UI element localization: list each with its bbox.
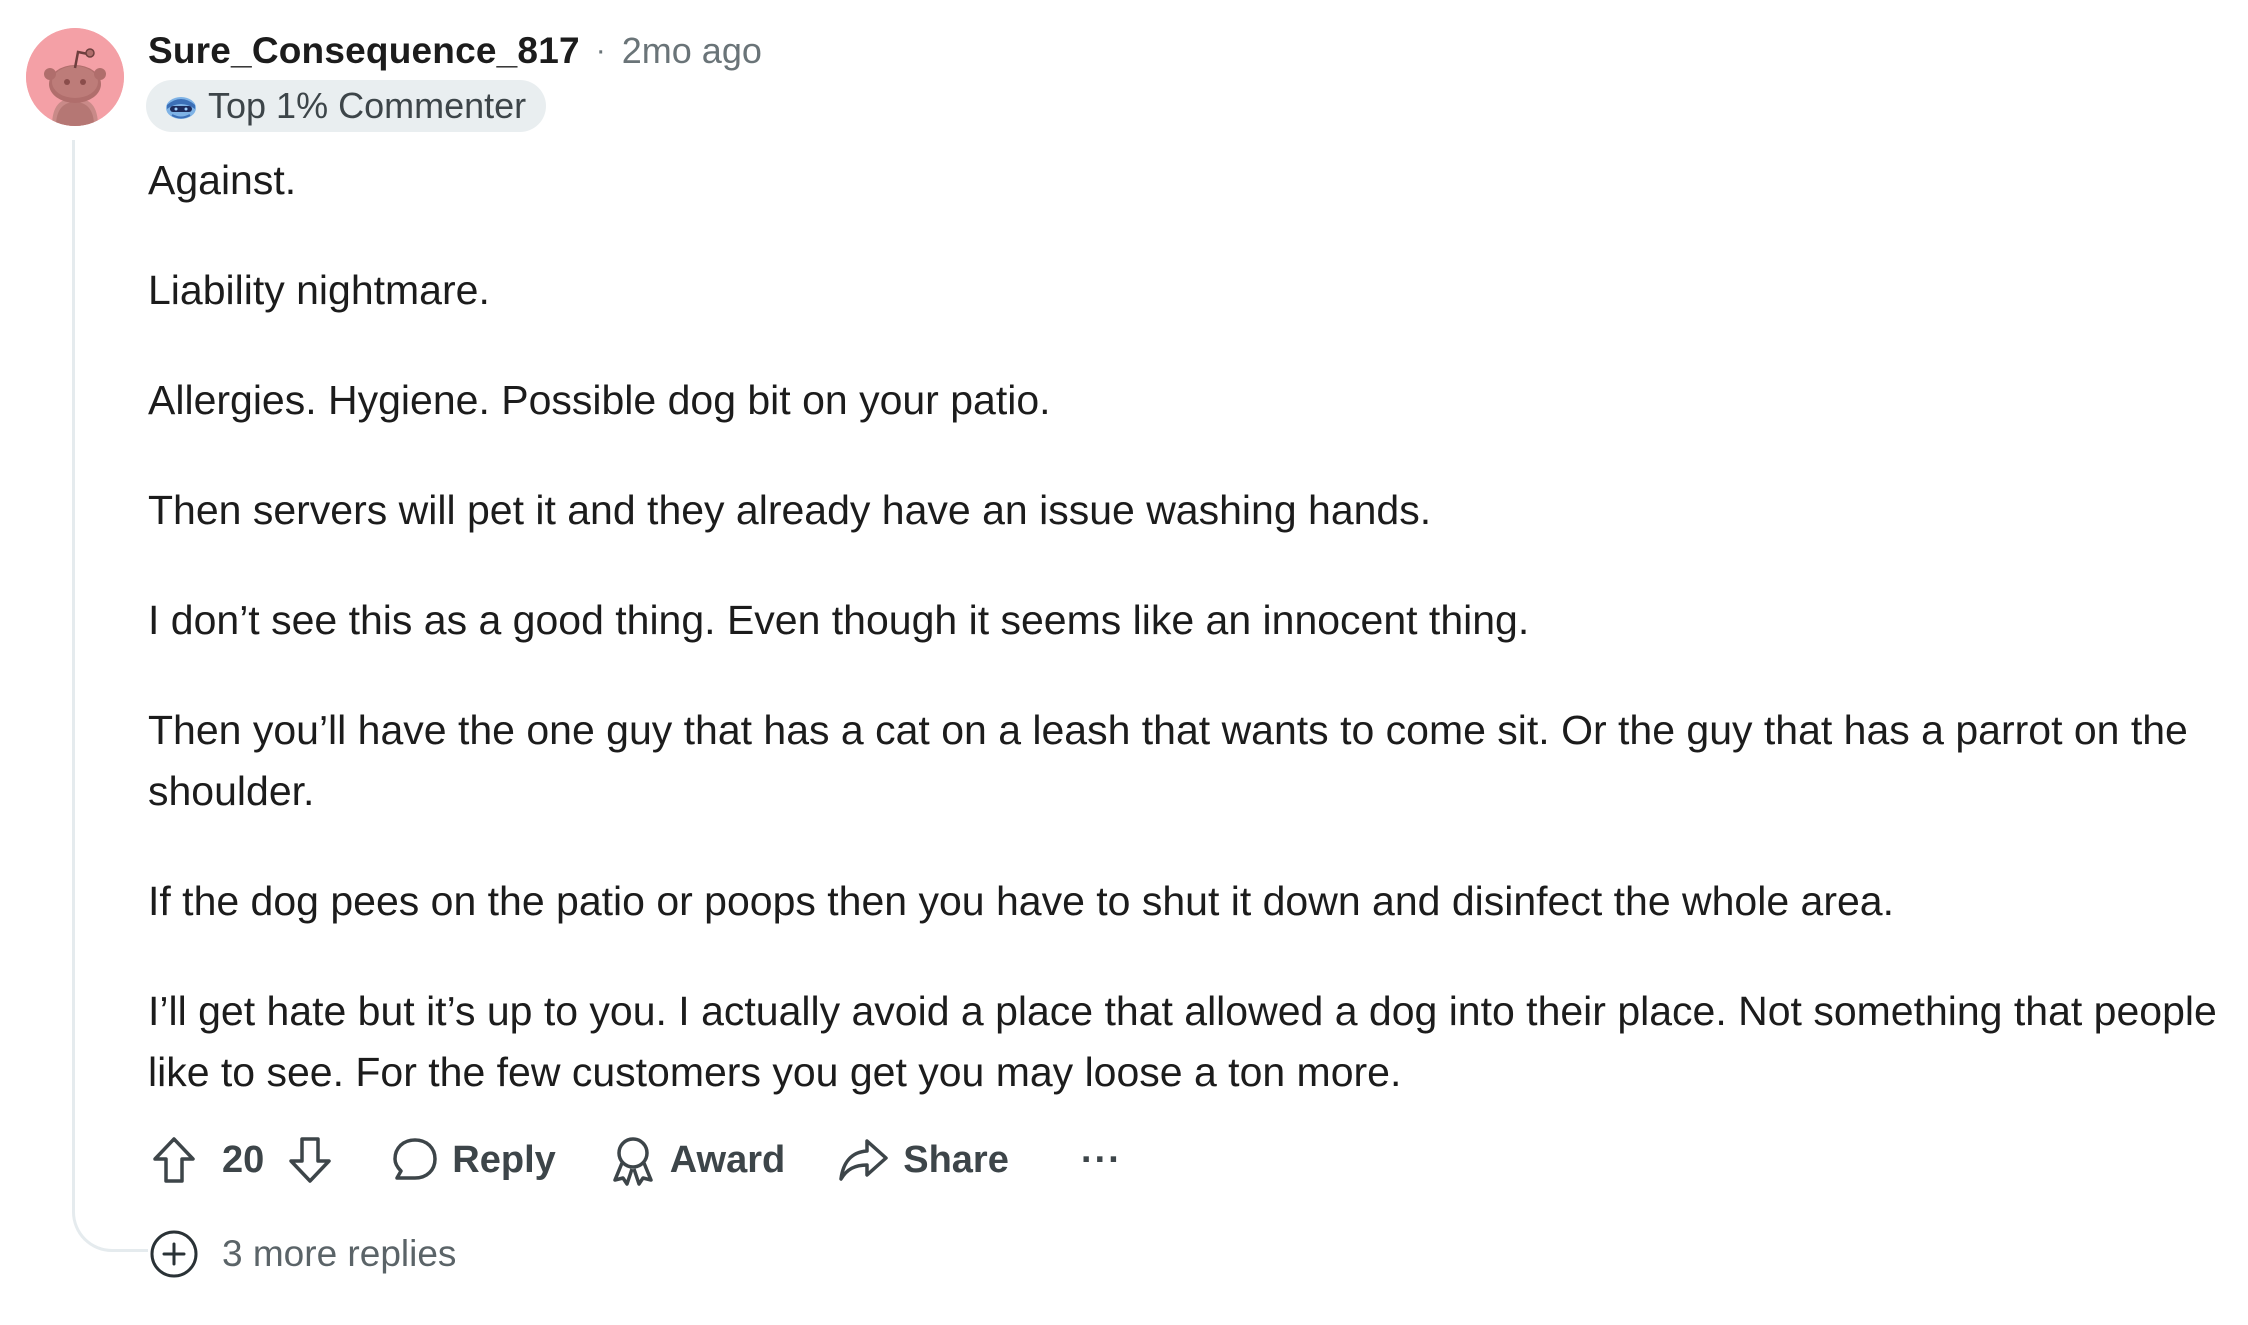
reply-button[interactable]: Reply: [390, 1135, 556, 1185]
badge-label: Top 1% Commenter: [208, 85, 527, 126]
meta-separator: ·: [595, 34, 606, 67]
author-username[interactable]: Sure_Consequence_817: [148, 30, 580, 72]
more-options-button[interactable]: ···: [1081, 1132, 1122, 1188]
user-flair-badge: Top 1% Commenter: [146, 80, 547, 132]
vote-score: 20: [222, 1138, 265, 1181]
share-button[interactable]: Share: [837, 1135, 1009, 1185]
upvote-button[interactable]: [146, 1132, 202, 1188]
speech-bubble-icon: [393, 1138, 438, 1180]
comment-paragraph: Then you’ll have the one guy that has a …: [148, 707, 2188, 814]
comment-paragraph: Against.: [148, 157, 297, 203]
thread-connector: [72, 1160, 148, 1252]
vote-group: 20: [146, 1132, 338, 1188]
award-label: Award: [669, 1138, 786, 1181]
comment-timestamp[interactable]: 2mo ago: [622, 30, 762, 72]
comment-paragraph: I don’t see this as a good thing. Even t…: [148, 597, 1530, 643]
plus-circle-icon: [150, 1230, 198, 1278]
avatar[interactable]: [26, 28, 124, 126]
more-replies-button[interactable]: 3 more replies: [148, 1226, 456, 1282]
comment-paragraph: Liability nightmare.: [148, 267, 490, 313]
share-label: Share: [903, 1138, 1009, 1181]
comment: Sure_Consequence_817 · 2mo ago Top 1% Co…: [0, 0, 2248, 1325]
downvote-arrow-icon: [289, 1137, 332, 1183]
award-button[interactable]: Award: [608, 1134, 785, 1186]
downvote-button[interactable]: [282, 1132, 338, 1188]
comment-body: Against. Liability nightmare. Allergies.…: [148, 150, 2218, 1152]
award-ribbon-icon: [613, 1137, 653, 1186]
thread-line[interactable]: [72, 140, 75, 1200]
share-arrow-icon: [839, 1139, 888, 1181]
comment-header: Sure_Consequence_817 · 2mo ago: [148, 22, 762, 80]
more-options-icon: ···: [1080, 1138, 1122, 1181]
reddit-snoo-avatar-icon: [26, 28, 124, 126]
comment-paragraph: Then servers will pet it and they alread…: [148, 487, 1432, 533]
upvote-arrow-icon: [153, 1137, 195, 1183]
comment-paragraph: I’ll get hate but it’s up to you. I actu…: [148, 988, 2217, 1095]
comment-paragraph: Allergies. Hygiene. Possible dog bit on …: [148, 377, 1051, 423]
reply-label: Reply: [452, 1138, 556, 1181]
comment-action-bar: 20 Reply Award Share ···: [146, 1127, 1122, 1193]
more-replies-label: 3 more replies: [222, 1233, 457, 1274]
comment-paragraph: If the dog pees on the patio or poops th…: [148, 878, 1894, 924]
commenter-badge-icon: [164, 91, 198, 121]
